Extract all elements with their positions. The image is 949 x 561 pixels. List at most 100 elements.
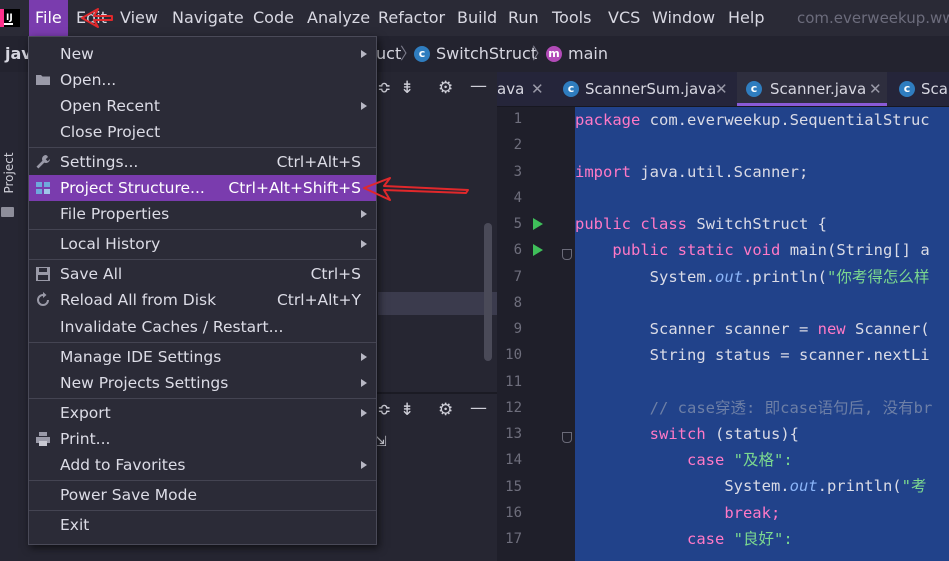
submenu-arrow-icon (361, 50, 367, 58)
menu-item-new[interactable]: New (29, 41, 376, 67)
line-number: 2 (513, 137, 522, 153)
run-gutter-icon[interactable] (533, 218, 543, 230)
menu-item-file-properties[interactable]: File Properties (29, 201, 376, 227)
selected-tree-row[interactable] (378, 292, 497, 315)
code-line-17: case "良好": (686, 530, 793, 548)
menu-item-exit[interactable]: Exit (29, 512, 376, 538)
folder-icon (1, 207, 14, 217)
reload-icon (37, 292, 49, 306)
menu-run[interactable]: Run (502, 0, 545, 36)
tab-partial-left[interactable]: ava (497, 72, 524, 106)
gear-icon[interactable]: ⚙ (438, 400, 453, 420)
code-line-10: String status = scanner.nextLi (649, 346, 930, 364)
menu-separator (29, 342, 376, 343)
menu-item-local-history[interactable]: Local History (29, 231, 376, 257)
code-line-14: case "及格": (686, 451, 793, 469)
code-line-16: break; (724, 504, 781, 522)
line-number: 12 (505, 400, 522, 416)
menu-item-invalidate-caches[interactable]: Invalidate Caches / Restart... (29, 314, 376, 340)
panel-divider[interactable] (376, 392, 497, 394)
line-number: 8 (513, 295, 522, 311)
collapse-all-icon[interactable]: ≎ (377, 400, 391, 420)
tab-scanner[interactable]: c Scanner.java (737, 72, 887, 106)
window-title: com.everweekup.ww (797, 9, 949, 27)
code-line-3: import java.util.Scanner; (575, 163, 809, 181)
menu-item-add-to-favorites[interactable]: Add to Favorites (29, 452, 376, 478)
run-gutter-icon[interactable] (533, 244, 543, 256)
menu-separator (29, 147, 376, 148)
line-number: 13 (505, 426, 522, 442)
close-icon[interactable]: ✕ (715, 72, 728, 106)
annotation-arrow-icon (81, 8, 113, 28)
line-number: 3 (513, 164, 522, 180)
menu-item-save-all[interactable]: Save All Ctrl+S (29, 261, 376, 287)
code-line-9: Scanner scanner = new Scanner( (649, 320, 930, 338)
code-line-15: System.out.println("考 (724, 477, 927, 495)
expand-icon[interactable]: ⇟ (400, 400, 414, 420)
minimize-icon[interactable]: — (470, 76, 487, 96)
menu-code[interactable]: Code (247, 0, 300, 36)
menu-build[interactable]: Build (451, 0, 503, 36)
menu-item-reload-all[interactable]: Reload All from Disk Ctrl+Alt+Y (29, 287, 376, 313)
line-number: 11 (505, 374, 522, 390)
submenu-arrow-icon (361, 379, 367, 387)
code-line-7: System.out.println("你考得怎么样 (649, 268, 930, 286)
menu-tools[interactable]: Tools (546, 0, 597, 36)
menu-item-power-save-mode[interactable]: Power Save Mode (29, 482, 376, 508)
fold-icon[interactable] (562, 249, 572, 260)
menu-item-open-recent[interactable]: Open Recent (29, 93, 376, 119)
code-line-13: switch (status){ (649, 425, 799, 443)
submenu-arrow-icon (361, 102, 367, 110)
menu-separator (29, 510, 376, 511)
menu-item-print[interactable]: Print... (29, 426, 376, 452)
menu-vcs[interactable]: VCS (602, 0, 646, 36)
submenu-arrow-icon (361, 240, 367, 248)
editor-tab-bar: ava ✕ c ScannerSum.java ✕ c Scanner.java… (497, 72, 949, 107)
fold-icon[interactable] (562, 432, 572, 443)
expand-icon[interactable]: ⇟ (400, 78, 414, 98)
line-number: 4 (513, 190, 522, 206)
save-icon (36, 267, 50, 281)
breadcrumb-package[interactable]: uct (376, 36, 401, 72)
menu-item-manage-ide-settings[interactable]: Manage IDE Settings (29, 344, 376, 370)
submenu-arrow-icon (361, 461, 367, 469)
folder-icon (36, 75, 50, 85)
gear-icon[interactable]: ⚙ (438, 78, 453, 98)
close-icon[interactable]: ✕ (869, 72, 882, 106)
tab-label: Scanner.java (770, 80, 867, 98)
menu-item-project-structure[interactable]: Project Structure... Ctrl+Alt+Shift+S (29, 175, 376, 201)
breadcrumb-method[interactable]: main (568, 36, 608, 72)
code-line-1: package com.everweekup.SequentialStruc (575, 111, 930, 129)
menu-view[interactable]: View (114, 0, 164, 36)
menu-window[interactable]: Window (646, 0, 721, 36)
class-icon: c (746, 81, 762, 97)
breadcrumb-class[interactable]: SwitchStruct (436, 36, 537, 72)
tab-scannersum[interactable]: ScannerSum.java (585, 72, 716, 106)
menu-item-export[interactable]: Export (29, 400, 376, 426)
collapse-all-icon[interactable]: ≎ (377, 78, 391, 98)
menu-navigate[interactable]: Navigate (166, 0, 250, 36)
file-menu-dropdown: New Open... Open Recent Close Project Se… (28, 36, 377, 545)
submenu-arrow-icon (361, 353, 367, 361)
menu-item-open[interactable]: Open... (29, 67, 376, 93)
tool-window-strip: Project (0, 72, 19, 561)
project-tool-button[interactable]: Project (2, 148, 16, 198)
code-line-12: // case穿透: 即case语句后, 没有br (649, 399, 933, 417)
svg-text:IJ: IJ (6, 13, 13, 23)
menu-refactor[interactable]: Refactor (372, 0, 451, 36)
menu-item-new-projects-settings[interactable]: New Projects Settings (29, 370, 376, 396)
line-number: 10 (505, 347, 522, 363)
scrollbar-thumb[interactable] (484, 223, 492, 361)
close-icon[interactable]: ✕ (531, 72, 544, 106)
menu-item-settings[interactable]: Settings... Ctrl+Alt+S (29, 149, 376, 175)
menu-separator (29, 259, 376, 260)
line-number: 1 (513, 111, 522, 127)
tab-partial-right[interactable]: Sca (921, 72, 948, 106)
menu-file[interactable]: File (29, 0, 68, 36)
code-editor[interactable]: package com.everweekup.SequentialStruc i… (575, 107, 949, 561)
line-number: 6 (513, 242, 522, 258)
minimize-icon[interactable]: — (470, 398, 487, 418)
menu-item-close-project[interactable]: Close Project (29, 119, 376, 145)
menu-help[interactable]: Help (722, 0, 770, 36)
menu-analyze[interactable]: Analyze (301, 0, 376, 36)
